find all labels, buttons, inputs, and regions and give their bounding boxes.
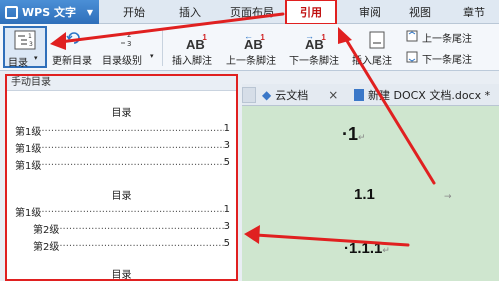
chevron-down-icon: ▾ xyxy=(150,52,154,60)
heading-1[interactable]: ·1↵ xyxy=(342,124,366,145)
tab-cloud-docs[interactable]: ◆ 云文档 × xyxy=(262,84,338,106)
document-icon xyxy=(354,89,364,101)
tab-new-docx[interactable]: 新建 DOCX 文档.docx * xyxy=(354,84,490,106)
prev-footnote-icon: ← AB 1 xyxy=(244,31,265,52)
tab-cloud-docs-label: 云文档 xyxy=(275,89,309,102)
insert-footnote-button[interactable]: AB 1 插入脚注 xyxy=(168,28,222,68)
refresh-icon xyxy=(66,32,80,44)
tab-references[interactable]: 引用 xyxy=(285,0,337,25)
svg-text:1: 1 xyxy=(28,33,32,40)
tab-chapter[interactable]: 章节 xyxy=(452,0,496,24)
tab-view[interactable]: 视图 xyxy=(398,0,442,24)
insert-endnote-button[interactable]: 插入尾注 xyxy=(350,28,400,68)
tab-start[interactable]: 开始 xyxy=(112,0,156,24)
toc-dropdown-panel: 手动目录 目录 第1级1 第1级3 第1级5 目录 第1级1 第2级3 第2级5… xyxy=(5,74,238,281)
next-footnote-label: 下一条脚注 xyxy=(289,56,339,67)
toc-panel-header: 手动目录 xyxy=(7,76,236,91)
endnote-icon xyxy=(369,31,385,49)
footnote-icon: AB 1 xyxy=(186,33,207,52)
toc-template-title: 目录 xyxy=(111,108,132,119)
toc-row: 第2级5 xyxy=(33,238,230,253)
toc-row: 第1级5 xyxy=(15,157,230,172)
toc-level-icon: 2 3 xyxy=(119,31,131,48)
insert-footnote-label: 插入脚注 xyxy=(172,56,212,67)
toc-label: 目录 xyxy=(8,58,28,69)
paragraph-mark-icon: ↵ xyxy=(382,245,390,255)
toc-level-button[interactable]: 2 3 目录级别 ▾ xyxy=(100,28,156,68)
ribbon: 1 3 目录 ▾ 更新目录 2 3 目录级别 ▾ AB 1 插入脚注 ← AB 1 上… xyxy=(0,24,499,71)
toc-row: 第2级3 xyxy=(33,221,230,236)
toc-template-title: 目录 xyxy=(111,270,132,281)
insert-endnote-label: 插入尾注 xyxy=(352,56,392,67)
paragraph-mark-icon: ↵ xyxy=(358,132,366,142)
document-tab-bar: ◆ 云文档 × 新建 DOCX 文档.docx * xyxy=(242,84,499,106)
app-name: WPS 文字 xyxy=(22,6,76,19)
tab-page-layout[interactable]: 页面布局 xyxy=(222,0,282,24)
svg-text:3: 3 xyxy=(29,41,33,48)
wps-logo-icon xyxy=(5,5,18,19)
document-canvas[interactable]: ·1↵ 1.1 → ·1.1.1↵ xyxy=(242,106,499,281)
svg-text:3: 3 xyxy=(127,40,131,48)
prev-endnote-button[interactable]: 上一条尾注 xyxy=(404,28,499,46)
prev-footnote-button[interactable]: ← AB 1 上一条脚注 xyxy=(224,28,286,68)
prev-endnote-label: 上一条尾注 xyxy=(422,34,472,45)
close-icon[interactable]: × xyxy=(328,88,338,102)
ribbon-divider xyxy=(162,30,163,66)
prev-footnote-label: 上一条脚注 xyxy=(226,56,276,67)
tab-new-docx-label: 新建 DOCX 文档.docx * xyxy=(368,89,491,102)
heading-3[interactable]: ·1.1.1↵ xyxy=(344,240,390,257)
next-footnote-icon: → AB 1 xyxy=(305,31,326,52)
arrow-mark-icon: → xyxy=(444,192,452,202)
next-endnote-button[interactable]: 下一条尾注 xyxy=(404,49,499,67)
app-menu-button[interactable]: WPS 文字 ▼ xyxy=(0,0,99,24)
toc-row: 第1级1 xyxy=(15,204,230,219)
update-toc-label: 更新目录 xyxy=(52,56,92,67)
toc-row: 第1级1 xyxy=(15,123,230,138)
next-footnote-button[interactable]: → AB 1 下一条脚注 xyxy=(287,28,349,68)
toc-row: 第1级3 xyxy=(15,140,230,155)
tab-insert[interactable]: 插入 xyxy=(168,0,212,24)
toc-icon: 1 3 xyxy=(14,30,36,50)
svg-text:2: 2 xyxy=(127,31,131,39)
tab-review[interactable]: 审阅 xyxy=(348,0,392,24)
toc-button[interactable]: 1 3 目录 ▾ xyxy=(3,26,47,69)
toc-template-title: 目录 xyxy=(111,191,132,202)
prev-endnote-icon xyxy=(406,30,418,42)
next-endnote-icon xyxy=(406,51,418,63)
toc-level-label: 目录级别 xyxy=(102,56,142,67)
menu-bar: WPS 文字 ▼ 开始 插入 页面布局 引用 审阅 视图 章节 xyxy=(0,0,499,25)
cube-icon: ◆ xyxy=(262,88,272,102)
tab-strip-handle xyxy=(242,87,256,103)
chevron-down-icon: ▾ xyxy=(34,54,38,62)
chevron-down-icon: ▼ xyxy=(86,7,93,17)
update-toc-button[interactable]: 更新目录 xyxy=(52,28,96,68)
next-endnote-label: 下一条尾注 xyxy=(422,55,472,66)
heading-2[interactable]: 1.1 xyxy=(354,186,375,203)
